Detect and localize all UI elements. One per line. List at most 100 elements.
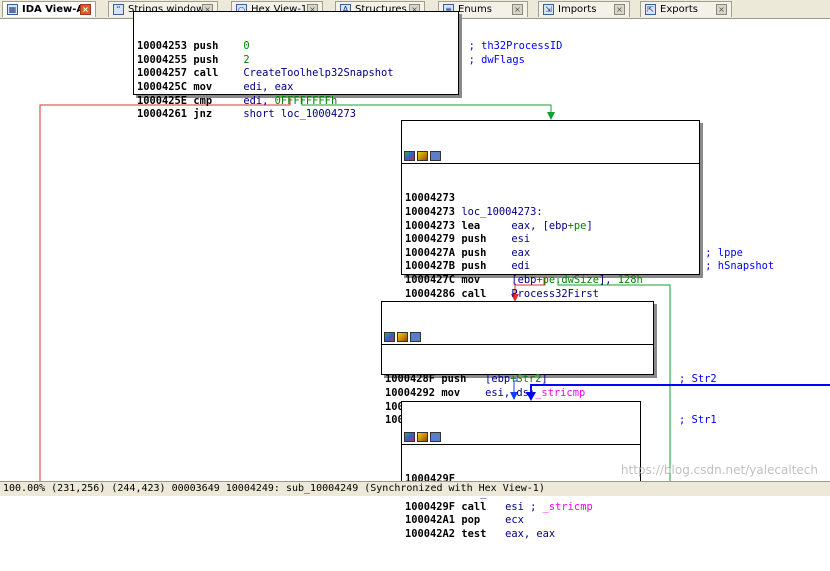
asm-operand[interactable]: [ebp+Str2] [485,373,548,385]
asm-operand[interactable]: esi [511,233,530,245]
asm-line[interactable]: 10004273 [405,192,696,206]
operand-part: CreateToolhelp32Snapshot [243,67,394,80]
edge-false-left [39,95,291,481]
rename-icon[interactable] [397,331,408,342]
asm-mnemonic: call [461,287,512,300]
group-icon[interactable] [430,150,441,161]
operand-part: eax, eax [505,527,556,540]
operand-part: edi, eax [243,80,294,93]
asm-mnemonic: mov [441,386,486,399]
operand-part: +pe [567,219,587,232]
asm-mnemonic: call [461,500,506,513]
rename-icon[interactable] [417,431,428,442]
asm-line[interactable]: 1000425C mov edi, eax [137,81,455,95]
ida-view-icon: ▦ [7,4,18,15]
asm-operand[interactable]: eax, eax [505,528,555,540]
asm-operand[interactable]: short loc_10004273 [243,108,356,120]
tab-ida-view-a[interactable]: ▦ IDA View-A × [2,1,96,17]
asm-address: 10004279 [405,233,462,246]
asm-address: 1000425E [137,94,194,107]
asm-operand[interactable]: [ebp+pe.dwSize], 128h [511,274,642,286]
asm-line[interactable]: 10004279 push esi [405,233,696,247]
exports-icon: ⇱ [645,4,656,15]
asm-address: 1000425C [137,80,194,93]
asm-line[interactable]: 100042A2 test eax, eax [405,528,637,542]
code-block-2[interactable]: 10004273 10004273 loc_10004273: 10004273 … [401,120,774,327]
asm-operand[interactable]: ecx [505,514,524,526]
asm-mnemonic: push [193,53,244,66]
asm-line[interactable]: 1000429F call esi ; _stricmp [405,501,637,515]
asm-mnemonic: push [441,373,486,386]
operand-part: esi, ds: [485,386,536,399]
tab-label: IDA View-A [22,4,85,15]
asm-line[interactable]: 10004257 call CreateToolhelp32Snapshot [137,67,455,81]
graph-color-icon[interactable] [384,331,395,342]
rename-icon[interactable] [417,150,428,161]
asm-address: 10004273 [405,205,462,218]
group-icon[interactable] [430,431,441,442]
asm-operand[interactable]: esi, ds:_stricmp [485,387,585,399]
asm-line[interactable]: 10004253 push 0 ; th32ProcessID [137,40,562,54]
operand-part: esi [511,233,531,246]
asm-label[interactable]: loc_10004273: [461,206,542,218]
tab-exports[interactable]: ⇱ Exports × [640,1,732,17]
asm-operand[interactable]: eax, [ebp+pe] [511,220,592,232]
block-header [402,148,699,165]
operand-part: +pe.dwSize [536,273,599,286]
asm-operand[interactable]: eax [511,247,530,259]
code-block-4[interactable]: 1000429F 1000429F loc_1000429F:1000429F … [401,401,641,540]
arrowhead-true-b1-b2 [547,112,555,120]
asm-address: 10004261 [137,108,194,121]
asm-mnemonic: test [461,527,506,540]
asm-line[interactable]: 10004292 mov esi, ds:_stricmp [385,387,650,401]
operand-part: _stricmp [542,500,593,513]
asm-mnemonic: lea [461,219,512,232]
asm-line[interactable]: 1000428F push [ebp+Str2] ; Str2 [385,373,717,387]
asm-mnemonic: call [193,67,244,80]
asm-address: 1000427A [405,246,462,259]
close-icon[interactable]: × [512,4,523,15]
code-block-1[interactable]: 10004253 push 0 ; th32ProcessID 10004255 … [133,11,562,120]
asm-mnemonic: push [461,246,512,259]
asm-line[interactable]: 100042A1 pop ecx [405,514,637,528]
operand-part: short loc_10004273 [243,108,356,121]
graph-view[interactable]: 10004253 push 0 ; th32ProcessID 10004255 … [0,11,830,540]
asm-mnemonic: jnz [193,108,244,121]
tab-label: Exports [660,4,698,15]
asm-operand[interactable]: edi, 0FFFFFFFFh [243,95,337,107]
asm-operand[interactable]: edi, eax [243,81,293,93]
graph-color-icon[interactable] [404,431,415,442]
close-icon[interactable]: × [80,4,91,15]
operand-part: 0FFFFFFFFh [274,94,338,107]
close-icon[interactable]: × [614,4,625,15]
asm-address: 1000428F [385,373,442,386]
asm-line[interactable]: 1000427A push eax ; lppe [405,246,743,261]
asm-line[interactable]: 1000425E cmp edi, 0FFFFFFFFh [137,95,455,109]
asm-line[interactable]: 10004273 loc_10004273: [405,206,696,220]
operand-part: [ebp [511,273,537,286]
code-block-3[interactable]: 1000428F push [ebp+Str2] ; Str2 10004292 … [381,301,717,426]
group-icon[interactable] [410,331,421,342]
asm-mnemonic: push [461,233,512,246]
graph-color-icon[interactable] [404,150,415,161]
asm-operand[interactable]: esi ; _stricmp [505,501,593,513]
asm-operand[interactable]: edi [511,260,530,272]
asm-address: 100042A2 [405,527,462,540]
asm-line[interactable]: 10004286 call Process32First [405,288,696,302]
asm-operand[interactable]: Process32First [511,288,599,300]
asm-line[interactable]: 10004255 push 2 ; dwFlags [137,53,525,68]
asm-line[interactable]: 1000427B push edi ; hSnapshot [405,260,774,274]
block-header [402,429,640,446]
asm-line[interactable]: 10004273 lea eax, [ebp+pe] [405,220,696,234]
asm-address: 10004273 [405,192,462,205]
asm-address: 1000429F [405,500,462,513]
close-icon[interactable]: × [716,4,727,15]
asm-operand[interactable]: CreateToolhelp32Snapshot [243,67,393,79]
operand-part: eax [511,246,531,259]
operand-part: edi [511,260,531,273]
operand-part: esi ; [505,500,543,513]
asm-address: 10004255 [137,53,194,66]
asm-line[interactable]: 1000427C mov [ebp+pe.dwSize], 128h [405,274,696,288]
tab-imports[interactable]: ⇲ Imports × [538,1,630,17]
imports-icon: ⇲ [543,4,554,15]
